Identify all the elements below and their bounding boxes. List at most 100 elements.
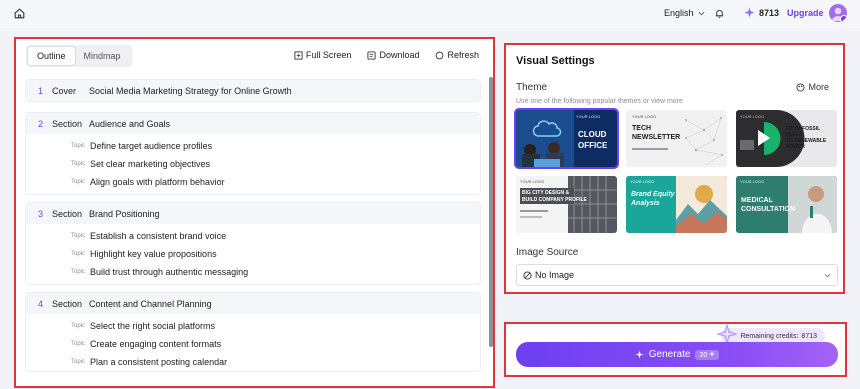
view-tabs: Outline Mindmap — [26, 45, 132, 67]
theme-card-renewable-power[interactable]: YOUR LOGO FROM FOSSIL FUELS TO RENEWABLE… — [736, 110, 837, 167]
section-card: 2 Section Audience and Goals Topic Define… — [25, 112, 481, 195]
section-title[interactable]: Content and Channel Planning — [89, 299, 212, 309]
section-title[interactable]: Audience and Goals — [89, 119, 170, 129]
cover-title[interactable]: Social Media Marketing Strategy for Onli… — [89, 86, 292, 96]
cover-card[interactable]: 1 Cover Social Media Marketing Strategy … — [25, 79, 481, 102]
topic-tag: Topic — [70, 341, 85, 347]
image-source-value: No Image — [535, 270, 575, 280]
language-label: English — [664, 8, 694, 18]
theme-card-medical-consultation[interactable]: YOUR LOGO MEDICAL CONSULTATION — [736, 176, 837, 233]
outline-actions: Full Screen Download Refresh — [294, 50, 479, 60]
tab-outline[interactable]: Outline — [28, 47, 75, 65]
theme-title-line: BUILD COMPANY PROFILE — [522, 197, 587, 203]
theme-card-cloud-office[interactable]: YOUR LOGO CLOUD OFFICE — [514, 108, 619, 169]
theme-preview-image — [516, 176, 617, 233]
theme-title: MEDICAL CONSULTATION — [741, 196, 795, 214]
image-source-label: Image Source — [516, 247, 579, 258]
section-header: 4 Section Content and Channel Planning — [26, 293, 480, 314]
topic-row: Topic Build trust through authentic messa… — [26, 263, 480, 281]
bell-icon[interactable] — [714, 8, 725, 19]
visual-settings-title: Visual Settings — [516, 55, 595, 67]
theme-title: TECH NEWSLETTER — [632, 124, 680, 142]
topic-tag: Topic — [70, 251, 85, 257]
generate-button[interactable]: Generate 20 — [516, 342, 838, 367]
remaining-credits-label: Remaining credits: — [740, 332, 799, 340]
no-image-icon — [523, 270, 532, 280]
topic-tag: Topic — [70, 359, 85, 365]
outline-panel: Outline Mindmap Full Screen Download Ref… — [14, 37, 495, 388]
outline-scrollbar[interactable] — [489, 77, 493, 347]
theme-title-line: Analysis — [631, 200, 660, 207]
upgrade-link[interactable]: Upgrade — [787, 8, 824, 18]
section-kind: Section — [52, 208, 83, 219]
topic-tag: Topic — [70, 161, 85, 167]
download-icon — [367, 50, 377, 60]
topic-row: Topic Set clear marketing objectives — [26, 155, 480, 173]
credits-display: 8713 Upgrade — [744, 7, 824, 18]
download-button[interactable]: Download — [367, 50, 419, 60]
fullscreen-button[interactable]: Full Screen — [294, 50, 352, 60]
topic-row: Topic Establish a consistent brand voice — [26, 227, 480, 245]
fullscreen-icon — [294, 50, 303, 60]
theme-title-line: CONSULTATION — [741, 206, 796, 213]
theme-title-line: MEDICAL — [741, 197, 773, 204]
remaining-credits-value: 8713 — [801, 332, 817, 340]
theme-title-line: BIG CITY DESIGN & — [522, 190, 570, 196]
topic-title[interactable]: Establish a consistent brand voice — [90, 231, 226, 241]
topic-row: Topic Define target audience profiles — [26, 137, 480, 155]
theme-title-line: TECH — [632, 125, 652, 132]
topic-title[interactable]: Highlight key value propositions — [90, 249, 217, 259]
theme-logo: YOUR LOGO — [740, 114, 765, 119]
refresh-button[interactable]: Refresh — [435, 50, 479, 60]
chevron-down-icon — [698, 11, 704, 15]
theme-logo: YOUR LOGO — [632, 114, 657, 119]
image-source-select[interactable]: No Image — [516, 264, 838, 286]
topic-title[interactable]: Align goals with platform behavior — [90, 177, 225, 187]
topic-row: Topic Select the right social platforms — [26, 317, 480, 335]
more-label: More — [808, 82, 829, 92]
topic-row: Topic Highlight key value propositions — [26, 245, 480, 263]
fullscreen-label: Full Screen — [305, 50, 352, 60]
cover-row: 1 Cover Social Media Marketing Strategy … — [26, 80, 480, 101]
topic-tag: Topic — [70, 269, 85, 275]
section-number: 4 — [37, 298, 43, 309]
topic-tag: Topic — [70, 179, 85, 185]
cover-number: 1 — [37, 85, 43, 96]
theme-label: Theme — [516, 82, 548, 93]
home-icon[interactable] — [13, 7, 26, 20]
topic-tag: Topic — [70, 233, 85, 239]
topic-title[interactable]: Select the right social platforms — [90, 321, 215, 331]
theme-title-line: POWER — [786, 144, 805, 150]
theme-logo: YOUR LOGO — [740, 179, 765, 184]
tab-mindmap[interactable]: Mindmap — [75, 47, 130, 65]
theme-title-line: NEWSLETTER — [632, 134, 681, 141]
theme-title: FROM FOSSIL FUELS TO RENEWABLE POWER — [786, 126, 837, 150]
section-kind: Section — [52, 298, 83, 309]
generate-panel: Remaining credits: 8713 Generate 20 — [504, 322, 847, 377]
refresh-icon — [436, 51, 444, 59]
topic-row: Topic Create engaging content formats — [26, 335, 480, 353]
more-themes-button[interactable]: More — [796, 82, 829, 92]
theme-title-line: CLOUD — [578, 130, 607, 139]
section-header: 2 Section Audience and Goals — [26, 113, 480, 134]
theme-card-tech-newsletter[interactable]: YOUR LOGO TECH NEWSLETTER — [626, 110, 727, 167]
topic-title[interactable]: Set clear marketing objectives — [90, 159, 210, 169]
section-title[interactable]: Brand Positioning — [89, 209, 160, 219]
section-card: 4 Section Content and Channel Planning T… — [25, 292, 481, 372]
theme-title-line: FROM FOSSIL FUELS — [786, 126, 821, 138]
avatar[interactable] — [829, 4, 847, 22]
theme-hint: Use one of the following popular themes … — [516, 98, 685, 105]
topic-title[interactable]: Plan a consistent posting calendar — [90, 357, 227, 367]
generate-label: Generate — [648, 349, 691, 360]
topic-title[interactable]: Define target audience profiles — [90, 141, 212, 151]
language-selector[interactable]: English — [664, 8, 705, 18]
topic-title[interactable]: Create engaging content formats — [90, 339, 221, 349]
theme-card-brand-equity[interactable]: YOUR LOGO Brand Equity Analysis — [626, 176, 727, 233]
theme-title-line: Brand Equity — [631, 191, 675, 198]
theme-title-line: OFFICE — [578, 141, 608, 150]
cover-kind: Cover — [52, 85, 77, 96]
sparkle-icon — [635, 350, 644, 359]
theme-card-big-city-design[interactable]: YOUR LOGO BIG CITY DESIGN & BUILD COMPAN… — [516, 176, 617, 233]
topic-row: Topic Align goals with platform behavior — [26, 173, 480, 191]
topic-title[interactable]: Build trust through authentic messaging — [90, 267, 248, 277]
